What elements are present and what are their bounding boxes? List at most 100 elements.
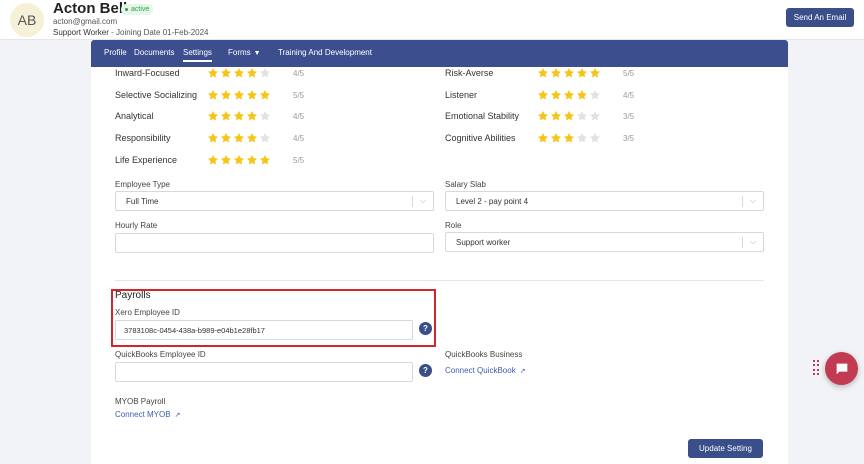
send-email-button[interactable]: Send An Email	[786, 8, 854, 27]
employee-email: acton@gmail.com	[53, 17, 118, 26]
trait-name: Risk-Averse	[445, 68, 494, 78]
salary-slab-value: Level 2 - pay point 4	[456, 197, 529, 206]
star-filled-icon[interactable]	[537, 89, 549, 101]
trait-name: Selective Socializing	[115, 90, 198, 100]
connect-quickbook-link[interactable]: Connect QuickBook ↗	[445, 366, 526, 375]
star-filled-icon[interactable]	[220, 67, 232, 79]
star-filled-icon[interactable]	[246, 132, 258, 144]
star-filled-icon[interactable]	[220, 132, 232, 144]
employee-name: Acton Bell	[53, 0, 128, 17]
star-empty-icon[interactable]	[259, 67, 271, 79]
star-filled-icon[interactable]	[207, 154, 219, 166]
chevron-down-icon: ⌵	[749, 196, 756, 205]
star-filled-icon[interactable]	[220, 89, 232, 101]
star-filled-icon[interactable]	[550, 89, 562, 101]
star-filled-icon[interactable]	[220, 154, 232, 166]
connect-quickbook-label: Connect QuickBook	[445, 366, 516, 375]
trait-score: 4/5	[623, 91, 635, 100]
tab-profile[interactable]: Profile	[104, 48, 127, 57]
star-empty-icon[interactable]	[259, 110, 271, 122]
star-filled-icon[interactable]	[550, 132, 562, 144]
hourly-rate-label: Hourly Rate	[115, 221, 158, 230]
trait-name: Analytical	[115, 111, 154, 121]
star-rating[interactable]	[207, 154, 271, 166]
salary-slab-label: Salary Slab	[445, 180, 486, 189]
star-empty-icon[interactable]	[576, 110, 588, 122]
star-empty-icon[interactable]	[589, 110, 601, 122]
star-filled-icon[interactable]	[207, 110, 219, 122]
star-rating[interactable]	[207, 67, 271, 79]
star-filled-icon[interactable]	[537, 110, 549, 122]
star-rating[interactable]	[537, 132, 601, 144]
trait-score: 5/5	[293, 91, 305, 100]
drag-handle-icon[interactable]	[813, 360, 819, 376]
star-rating[interactable]	[537, 110, 601, 122]
quickbooks-business-label: QuickBooks Business	[445, 350, 523, 359]
star-empty-icon[interactable]	[576, 132, 588, 144]
star-filled-icon[interactable]	[246, 110, 258, 122]
star-filled-icon[interactable]	[563, 67, 575, 79]
role-label: Role	[445, 221, 462, 230]
salary-slab-select[interactable]: Level 2 - pay point 4 ⌵	[445, 191, 764, 211]
connect-myob-link[interactable]: Connect MYOB ↗	[115, 410, 180, 419]
trait-name: Life Experience	[115, 155, 178, 165]
star-filled-icon[interactable]	[563, 110, 575, 122]
star-filled-icon[interactable]	[233, 132, 245, 144]
star-rating[interactable]	[537, 67, 601, 79]
star-filled-icon[interactable]	[259, 89, 271, 101]
update-setting-button[interactable]: Update Setting	[688, 439, 763, 458]
star-filled-icon[interactable]	[550, 110, 562, 122]
star-filled-icon[interactable]	[207, 132, 219, 144]
star-empty-icon[interactable]	[259, 132, 271, 144]
star-filled-icon[interactable]	[207, 67, 219, 79]
star-filled-icon[interactable]	[220, 110, 232, 122]
star-rating[interactable]	[207, 110, 271, 122]
star-rating[interactable]	[537, 89, 601, 101]
star-filled-icon[interactable]	[563, 89, 575, 101]
star-filled-icon[interactable]	[576, 89, 588, 101]
role-select[interactable]: Support worker ⌵	[445, 232, 764, 252]
hourly-rate-input[interactable]	[115, 233, 434, 253]
star-empty-icon[interactable]	[589, 132, 601, 144]
tab-forms[interactable]: Forms ▼	[228, 48, 261, 57]
profile-header: AB Acton Bell active acton@gmail.com Sup…	[0, 0, 864, 40]
quickbooks-employee-id-input[interactable]	[115, 362, 413, 382]
star-filled-icon[interactable]	[246, 67, 258, 79]
employee-role: Support Worker	[53, 28, 109, 37]
highlight-box	[111, 289, 436, 347]
tab-training[interactable]: Training And Development	[278, 48, 372, 57]
trait-score: 3/5	[623, 112, 635, 121]
select-separator	[742, 237, 743, 248]
star-filled-icon[interactable]	[233, 67, 245, 79]
star-rating[interactable]	[207, 132, 271, 144]
help-icon[interactable]: ?	[419, 364, 432, 377]
star-filled-icon[interactable]	[233, 154, 245, 166]
chat-button[interactable]	[825, 352, 858, 385]
star-rating[interactable]	[207, 89, 271, 101]
star-filled-icon[interactable]	[537, 132, 549, 144]
tab-settings[interactable]: Settings	[183, 48, 212, 62]
star-filled-icon[interactable]	[589, 67, 601, 79]
star-filled-icon[interactable]	[207, 89, 219, 101]
trait-name: Emotional Stability	[445, 111, 520, 121]
trait-name: Cognitive Abilities	[445, 133, 516, 143]
star-filled-icon[interactable]	[537, 67, 549, 79]
star-filled-icon[interactable]	[550, 67, 562, 79]
select-separator	[412, 196, 413, 207]
star-filled-icon[interactable]	[576, 67, 588, 79]
tab-documents[interactable]: Documents	[134, 48, 174, 57]
star-filled-icon[interactable]	[246, 154, 258, 166]
star-empty-icon[interactable]	[589, 89, 601, 101]
external-link-icon: ↗	[519, 368, 526, 375]
star-filled-icon[interactable]	[233, 89, 245, 101]
employee-type-select[interactable]: Full Time ⌵	[115, 191, 434, 211]
star-filled-icon[interactable]	[233, 110, 245, 122]
role-value: Support worker	[456, 238, 511, 247]
trait-score: 5/5	[293, 156, 305, 165]
star-filled-icon[interactable]	[563, 132, 575, 144]
star-filled-icon[interactable]	[259, 154, 271, 166]
trait-score: 4/5	[293, 69, 305, 78]
tab-bar: Profile Documents Settings Forms ▼ Traini…	[91, 40, 788, 67]
star-filled-icon[interactable]	[246, 89, 258, 101]
trait-score: 4/5	[293, 112, 305, 121]
